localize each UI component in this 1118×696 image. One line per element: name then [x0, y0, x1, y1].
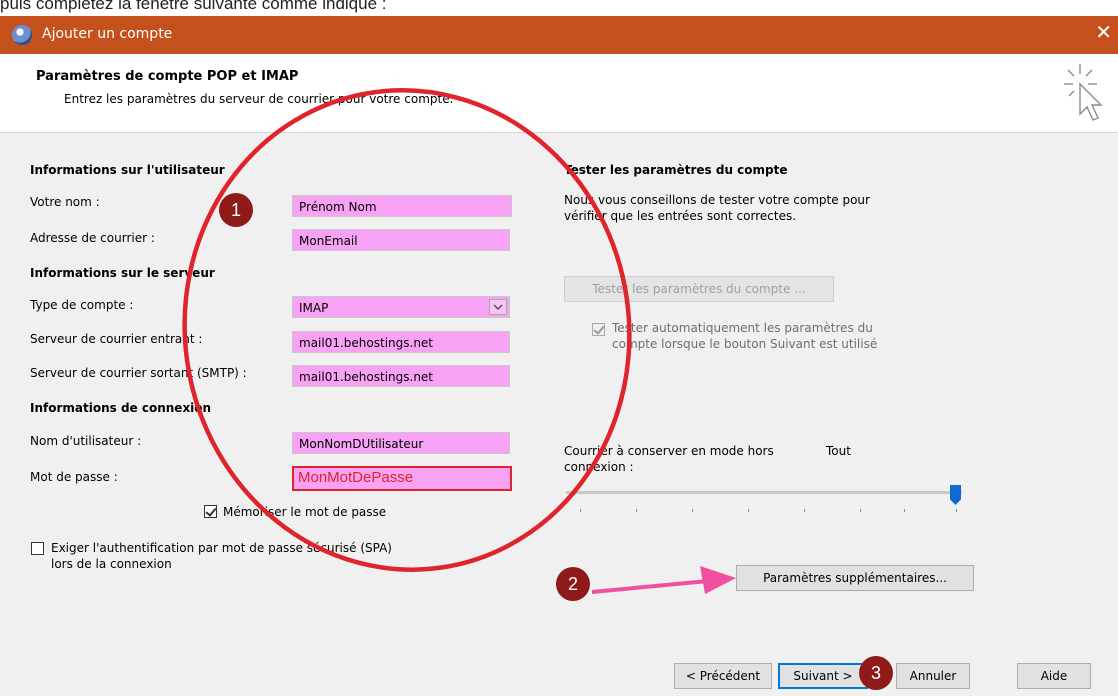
annotation-arrow-line — [591, 579, 709, 594]
annotation-badge-1: 1 — [219, 193, 253, 227]
annotation-badge-3: 3 — [859, 656, 893, 690]
annotation-circle — [182, 88, 632, 572]
arrow-head-icon — [700, 566, 736, 594]
annotation-badge-2: 2 — [556, 567, 590, 601]
